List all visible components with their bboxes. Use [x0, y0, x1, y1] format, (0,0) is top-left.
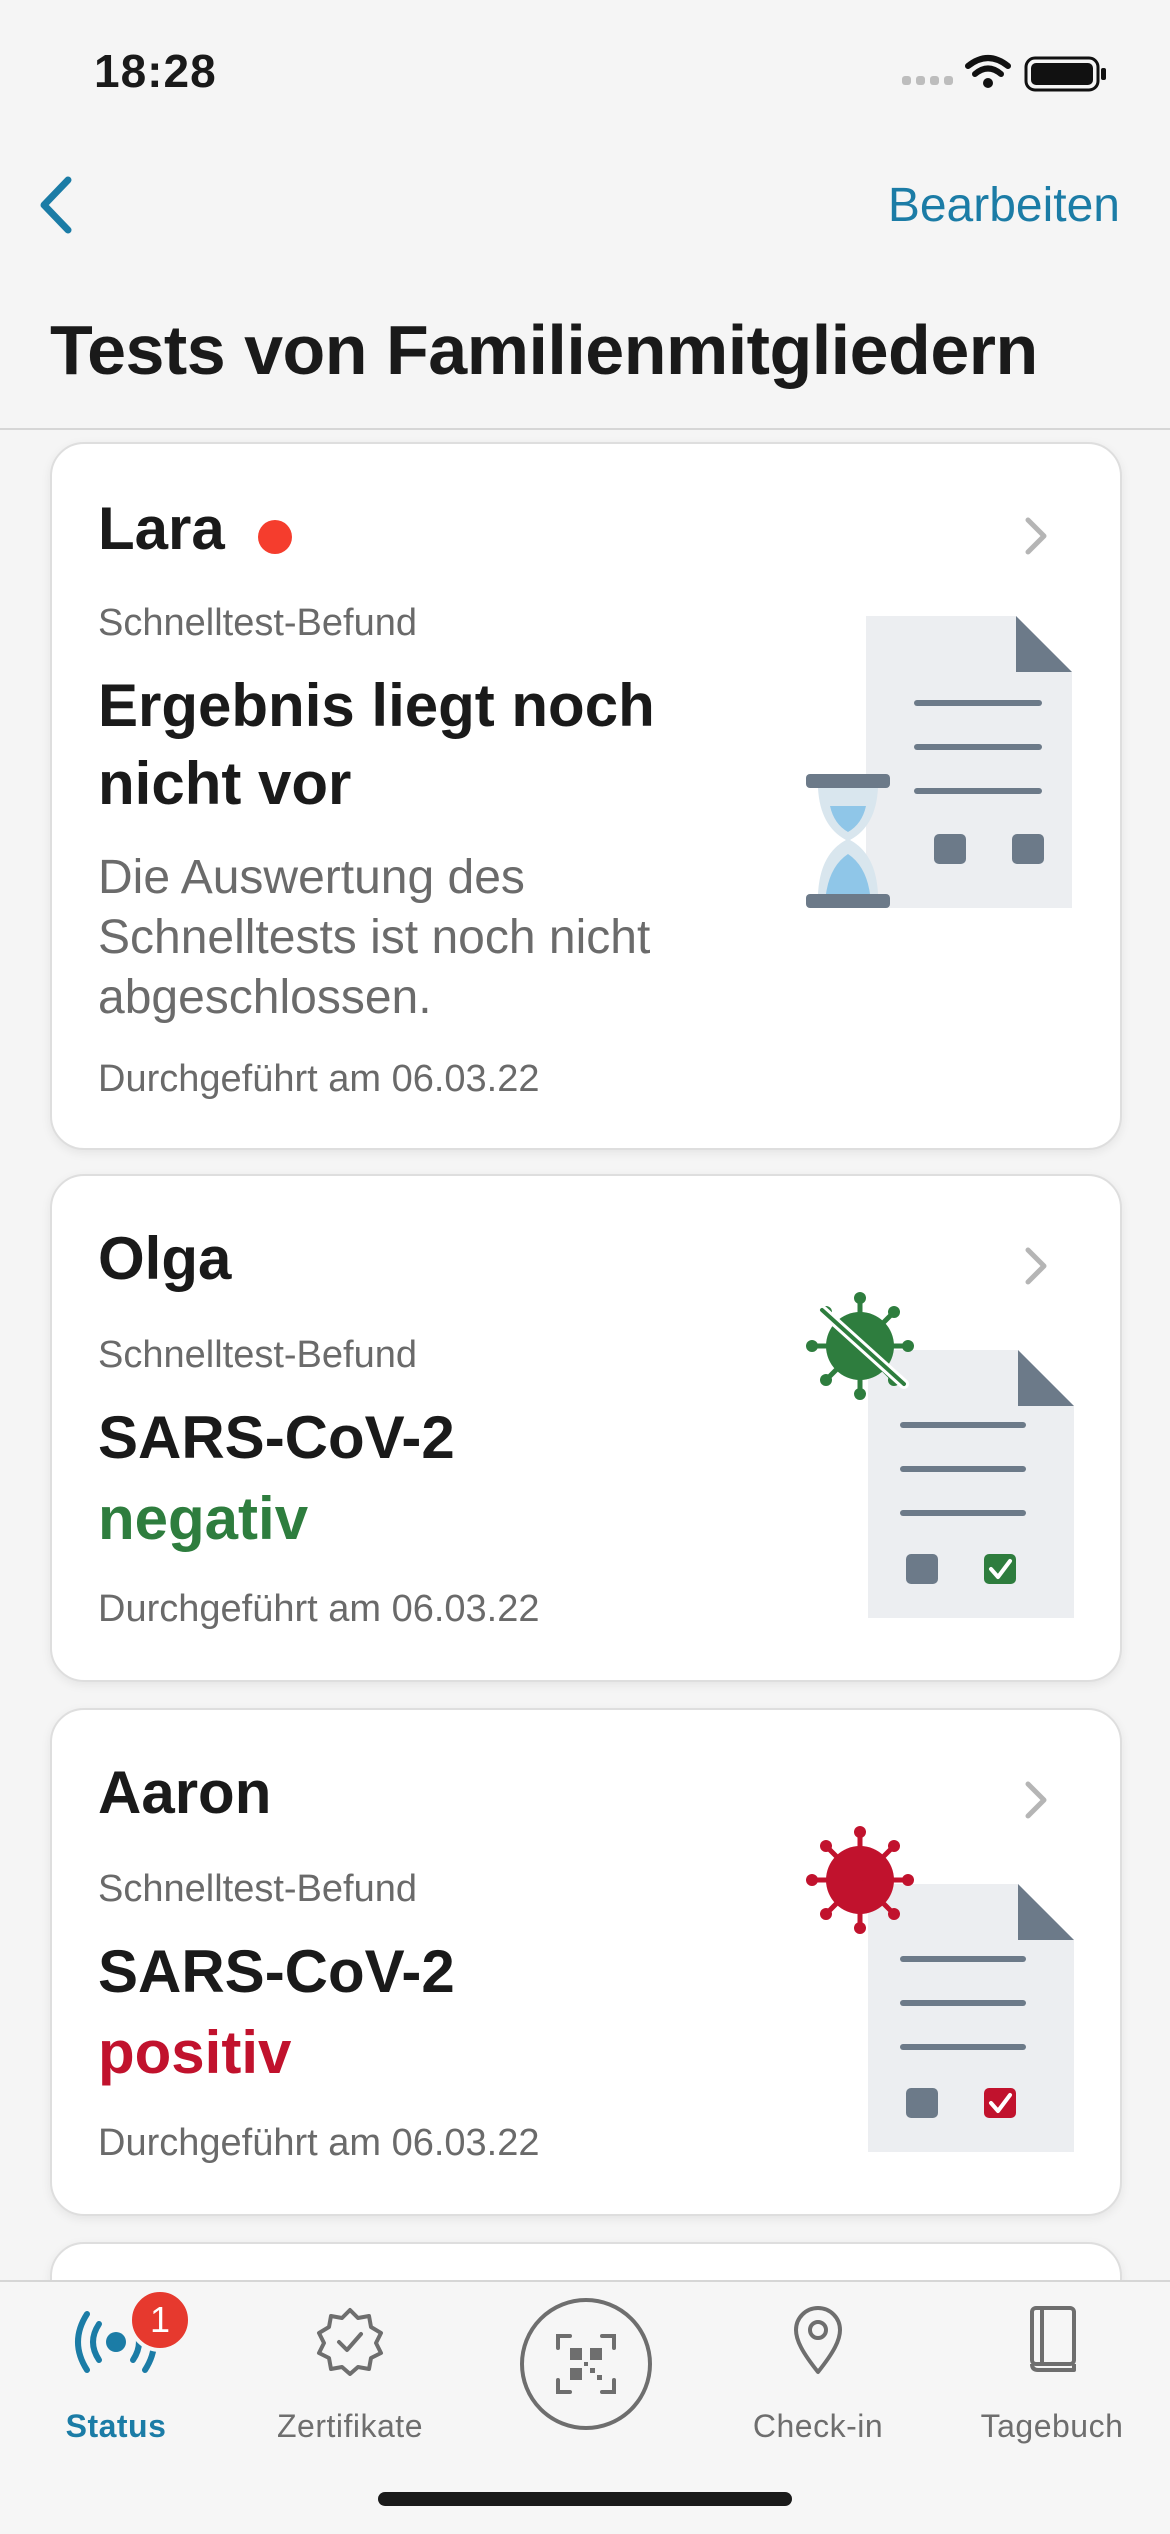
family-tests-list: Lara Schnelltest-Befund Ergebnis liegt n… [0, 430, 1170, 2280]
member-name: Olga [98, 1225, 232, 1292]
wifi-icon [965, 55, 1011, 77]
positive-virus-document-icon [806, 1826, 1074, 2152]
tab-tagebuch[interactable]: Tagebuch [952, 2302, 1152, 2444]
chevron-right-icon [1025, 1247, 1047, 1285]
result-negative: negativ [98, 1485, 309, 1552]
test-date: Durchgeführt am 06.03.22 [98, 1588, 540, 1630]
negative-virus-document-icon [806, 1292, 1074, 1618]
page-title: Tests von Familienmitgliedern [50, 311, 1038, 389]
battery-icon [1024, 56, 1106, 92]
result-headline-line1: Ergebnis liegt noch [98, 672, 655, 739]
tab-zertifikate[interactable]: Zertifikate [250, 2302, 450, 2444]
tab-label: Tagebuch [980, 2408, 1124, 2444]
tab-label: Status [65, 2408, 167, 2444]
certificate-icon [317, 2308, 383, 2376]
result-headline-line2: nicht vor [98, 750, 352, 817]
member-name: Lara [98, 495, 225, 562]
home-indicator [378, 2492, 792, 2506]
chevron-right-icon [1025, 517, 1047, 555]
test-card-next[interactable] [50, 2242, 1122, 2280]
result-description: Die Auswertung des Schnelltests ist noch… [98, 851, 651, 1024]
qr-scan-icon [556, 2334, 616, 2394]
result-positive: positiv [98, 2019, 292, 2086]
diary-book-icon [1030, 2306, 1076, 2372]
test-card-aaron[interactable]: Aaron Schnelltest-Befund SARS-CoV-2 posi… [50, 1708, 1122, 2216]
member-name: Aaron [98, 1759, 272, 1826]
pending-hourglass-document-icon [806, 616, 1072, 908]
status-icons [902, 55, 1106, 92]
status-badge: 1 [128, 2288, 192, 2352]
tab-status[interactable]: 1 Status [16, 2288, 216, 2444]
result-headline: SARS-CoV-2 [98, 1938, 455, 2005]
test-kind: Schnelltest-Befund [98, 1334, 417, 1376]
tab-label: Zertifikate [277, 2408, 423, 2444]
result-headline: SARS-CoV-2 [98, 1404, 455, 1471]
cellular-signal-icon [902, 76, 953, 85]
tab-label: Check-in [752, 2408, 884, 2444]
status-time: 18:28 [94, 45, 217, 97]
location-pin-icon [794, 2306, 842, 2374]
qr-scan-button[interactable] [520, 2298, 652, 2430]
test-date: Durchgeführt am 06.03.22 [98, 1058, 540, 1100]
edit-button[interactable]: Bearbeiten [888, 178, 1120, 233]
chevron-right-icon [1025, 1781, 1047, 1819]
test-kind: Schnelltest-Befund [98, 602, 417, 644]
status-bar: 18:28 [0, 0, 1170, 150]
test-kind: Schnelltest-Befund [98, 1868, 417, 1910]
test-date: Durchgeführt am 06.03.22 [98, 2122, 540, 2164]
unread-dot [258, 520, 292, 554]
tab-check-in[interactable]: Check-in [718, 2302, 918, 2444]
test-card-olga[interactable]: Olga Schnelltest-Befund SARS-CoV-2 negat… [50, 1174, 1122, 1682]
test-card-lara[interactable]: Lara Schnelltest-Befund Ergebnis liegt n… [50, 442, 1122, 1150]
back-chevron-icon[interactable] [24, 170, 94, 240]
